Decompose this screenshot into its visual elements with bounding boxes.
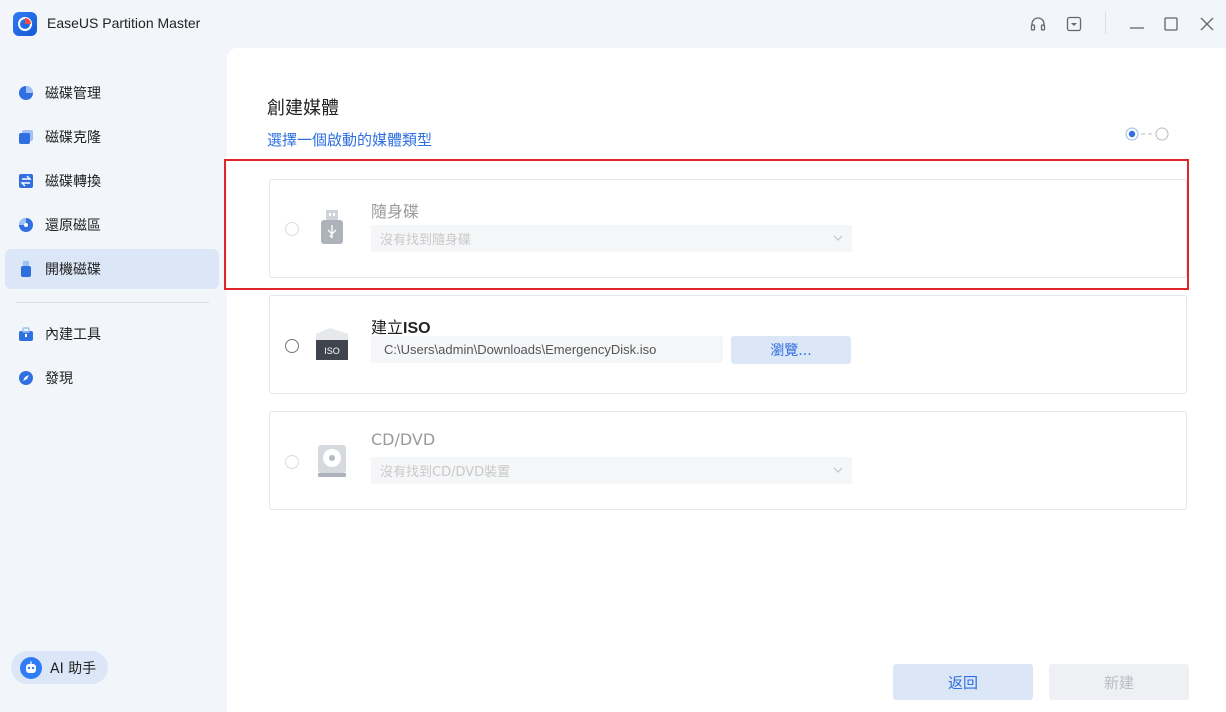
step-indicator (1125, 127, 1169, 141)
sidebar-item-discover[interactable]: 發現 (5, 358, 219, 398)
sidebar-item-disk-convert[interactable]: 磁碟轉換 (5, 161, 219, 201)
sidebar-item-label: 磁碟克隆 (45, 130, 101, 146)
robot-icon (20, 656, 42, 679)
sidebar-item-partition-recovery[interactable]: 還原磁區 (5, 205, 219, 245)
main-panel: 創建媒體 選擇一個啟動的媒體類型 隨身碟 沒有找到隨身碟 ISO 建立ISO C… (224, 48, 1226, 712)
iso-label-bold: ISO (403, 320, 431, 337)
sidebar-item-label: 開機磁碟 (45, 262, 101, 278)
dropdown-menu-icon[interactable] (1062, 12, 1086, 36)
chevron-down-icon (833, 467, 843, 473)
toolbox-icon (17, 325, 35, 343)
headset-icon[interactable] (1026, 12, 1050, 36)
sidebar-item-label: 磁碟管理 (45, 86, 101, 102)
compass-icon (17, 369, 35, 387)
iso-path-field[interactable]: C:\Users\admin\Downloads\EmergencyDisk.i… (371, 336, 723, 363)
option-card-cd-dvd[interactable]: CD/DVD 沒有找到CD/DVD裝置 (269, 411, 1187, 510)
iso-path-value: C:\Users\admin\Downloads\EmergencyDisk.i… (384, 342, 657, 357)
sidebar-item-label: 還原磁區 (45, 218, 101, 234)
sidebar-item-disk-management[interactable]: 磁碟管理 (5, 73, 219, 113)
create-button[interactable]: 新建 (1049, 664, 1189, 700)
minimize-icon[interactable] (1125, 12, 1149, 36)
close-icon[interactable] (1195, 12, 1219, 36)
clone-icon (17, 128, 35, 146)
back-button[interactable]: 返回 (893, 664, 1033, 700)
app-logo-icon (13, 12, 37, 36)
page-subtitle: 選擇一個啟動的媒體類型 (267, 131, 433, 149)
option-card-iso[interactable]: ISO 建立ISO C:\Users\admin\Downloads\Emerg… (269, 295, 1187, 394)
ai-assistant-button[interactable]: AI 助手 (11, 651, 108, 684)
convert-icon (17, 172, 35, 190)
usb-icon (17, 260, 35, 278)
sidebar-item-bootable-media[interactable]: 開機磁碟 (5, 249, 219, 289)
iso-radio[interactable] (285, 339, 299, 353)
iso-label-prefix: 建立 (371, 318, 404, 337)
sidebar-item-label: 發現 (45, 371, 73, 387)
sidebar-item-disk-clone[interactable]: 磁碟克隆 (5, 117, 219, 157)
highlight-box (224, 159, 1189, 290)
title-bar: EaseUS Partition Master (0, 0, 1226, 48)
titlebar-divider (1105, 12, 1106, 34)
maximize-icon[interactable] (1159, 12, 1183, 36)
sidebar-item-toolkit[interactable]: 內建工具 (5, 314, 219, 354)
cd-option-label: CD/DVD (371, 430, 436, 449)
page-title: 創建媒體 (267, 98, 339, 119)
ai-assistant-label: AI 助手 (50, 660, 97, 677)
cd-drive-icon (312, 441, 352, 481)
svg-text:ISO: ISO (324, 346, 340, 356)
sidebar: 磁碟管理 磁碟克隆 磁碟轉換 還原磁區 開機磁碟 內建工具 發現 AI 助手 (0, 48, 226, 712)
recover-icon (17, 216, 35, 234)
sidebar-divider (16, 302, 209, 303)
iso-folder-icon: ISO (312, 326, 352, 366)
sidebar-item-label: 內建工具 (45, 327, 101, 343)
sidebar-item-label: 磁碟轉換 (45, 174, 101, 190)
cd-drive-select[interactable]: 沒有找到CD/DVD裝置 (371, 457, 852, 484)
cd-radio[interactable] (285, 455, 299, 469)
app-title: EaseUS Partition Master (47, 15, 201, 31)
pie-chart-icon (17, 84, 35, 102)
iso-option-label: 建立ISO (371, 314, 431, 338)
browse-button[interactable]: 瀏覽... (731, 336, 851, 364)
cd-select-value: 沒有找到CD/DVD裝置 (380, 465, 511, 480)
